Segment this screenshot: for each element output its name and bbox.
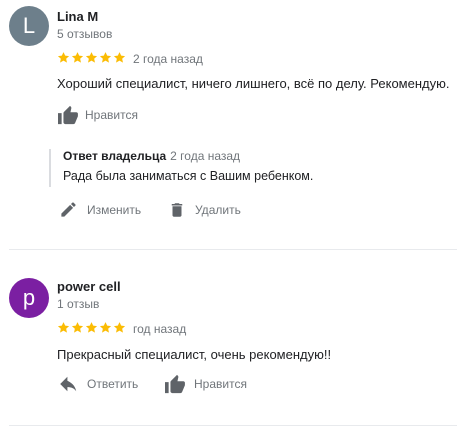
author-name[interactable]: power cell <box>57 279 121 294</box>
review-text: Прекрасный специалист, очень рекомендую!… <box>57 347 332 362</box>
star-icon <box>85 322 98 333</box>
thumbs-up-icon <box>165 374 185 394</box>
reply-button[interactable]: Ответить <box>59 376 138 392</box>
review-card: p power cell 1 отзыв год назад Прекрасны… <box>0 270 457 430</box>
delete-label: Удалить <box>195 203 241 217</box>
avatar[interactable]: p <box>9 278 49 318</box>
owner-reply: Ответ владельца 2 года назад Рада была за… <box>49 149 451 187</box>
author-name[interactable]: Lina M <box>57 9 98 24</box>
star-icon <box>71 52 84 63</box>
owner-reply-text: Рада была заниматься с Вашим ребенком. <box>63 169 314 183</box>
owner-reply-date: 2 года назад <box>170 149 241 163</box>
star-icon <box>99 52 112 63</box>
like-label: Нравится <box>85 108 138 122</box>
star-icon <box>57 52 70 63</box>
trash-icon <box>171 203 183 217</box>
reply-label: Ответить <box>87 377 139 391</box>
review-count: 1 отзыв <box>57 297 100 311</box>
avatar[interactable]: L <box>9 6 49 46</box>
divider <box>9 425 457 426</box>
owner-reply-title: Ответ владельца <box>63 149 167 163</box>
rating-stars <box>57 51 126 64</box>
review-count: 5 отзывов <box>57 27 113 41</box>
star-icon <box>57 322 70 333</box>
pencil-icon <box>61 202 76 217</box>
star-icon <box>99 322 112 333</box>
review-text: Хороший специалист, ничего лишнего, всё … <box>57 76 450 91</box>
like-button[interactable]: Нравится <box>164 374 247 394</box>
like-label: Нравится <box>194 377 247 391</box>
review-date: 2 года назад <box>133 52 203 66</box>
divider <box>9 249 457 250</box>
thumbs-up-icon <box>58 105 78 125</box>
review-date: год назад <box>133 322 187 336</box>
review-card: L Lina M 5 отзывов 2 года назад Хороший … <box>0 0 457 250</box>
like-button[interactable]: Нравится <box>57 105 138 125</box>
owner-reply-header: Ответ владельца 2 года назад <box>63 149 240 163</box>
star-icon <box>71 322 84 333</box>
reply-icon <box>60 376 77 392</box>
edit-button[interactable]: Изменить <box>59 200 141 219</box>
edit-label: Изменить <box>87 202 142 217</box>
delete-button[interactable]: Удалить <box>168 200 241 220</box>
star-icon <box>113 322 126 333</box>
star-icon <box>85 52 98 63</box>
star-icon <box>113 52 126 63</box>
rating-stars <box>57 321 126 334</box>
